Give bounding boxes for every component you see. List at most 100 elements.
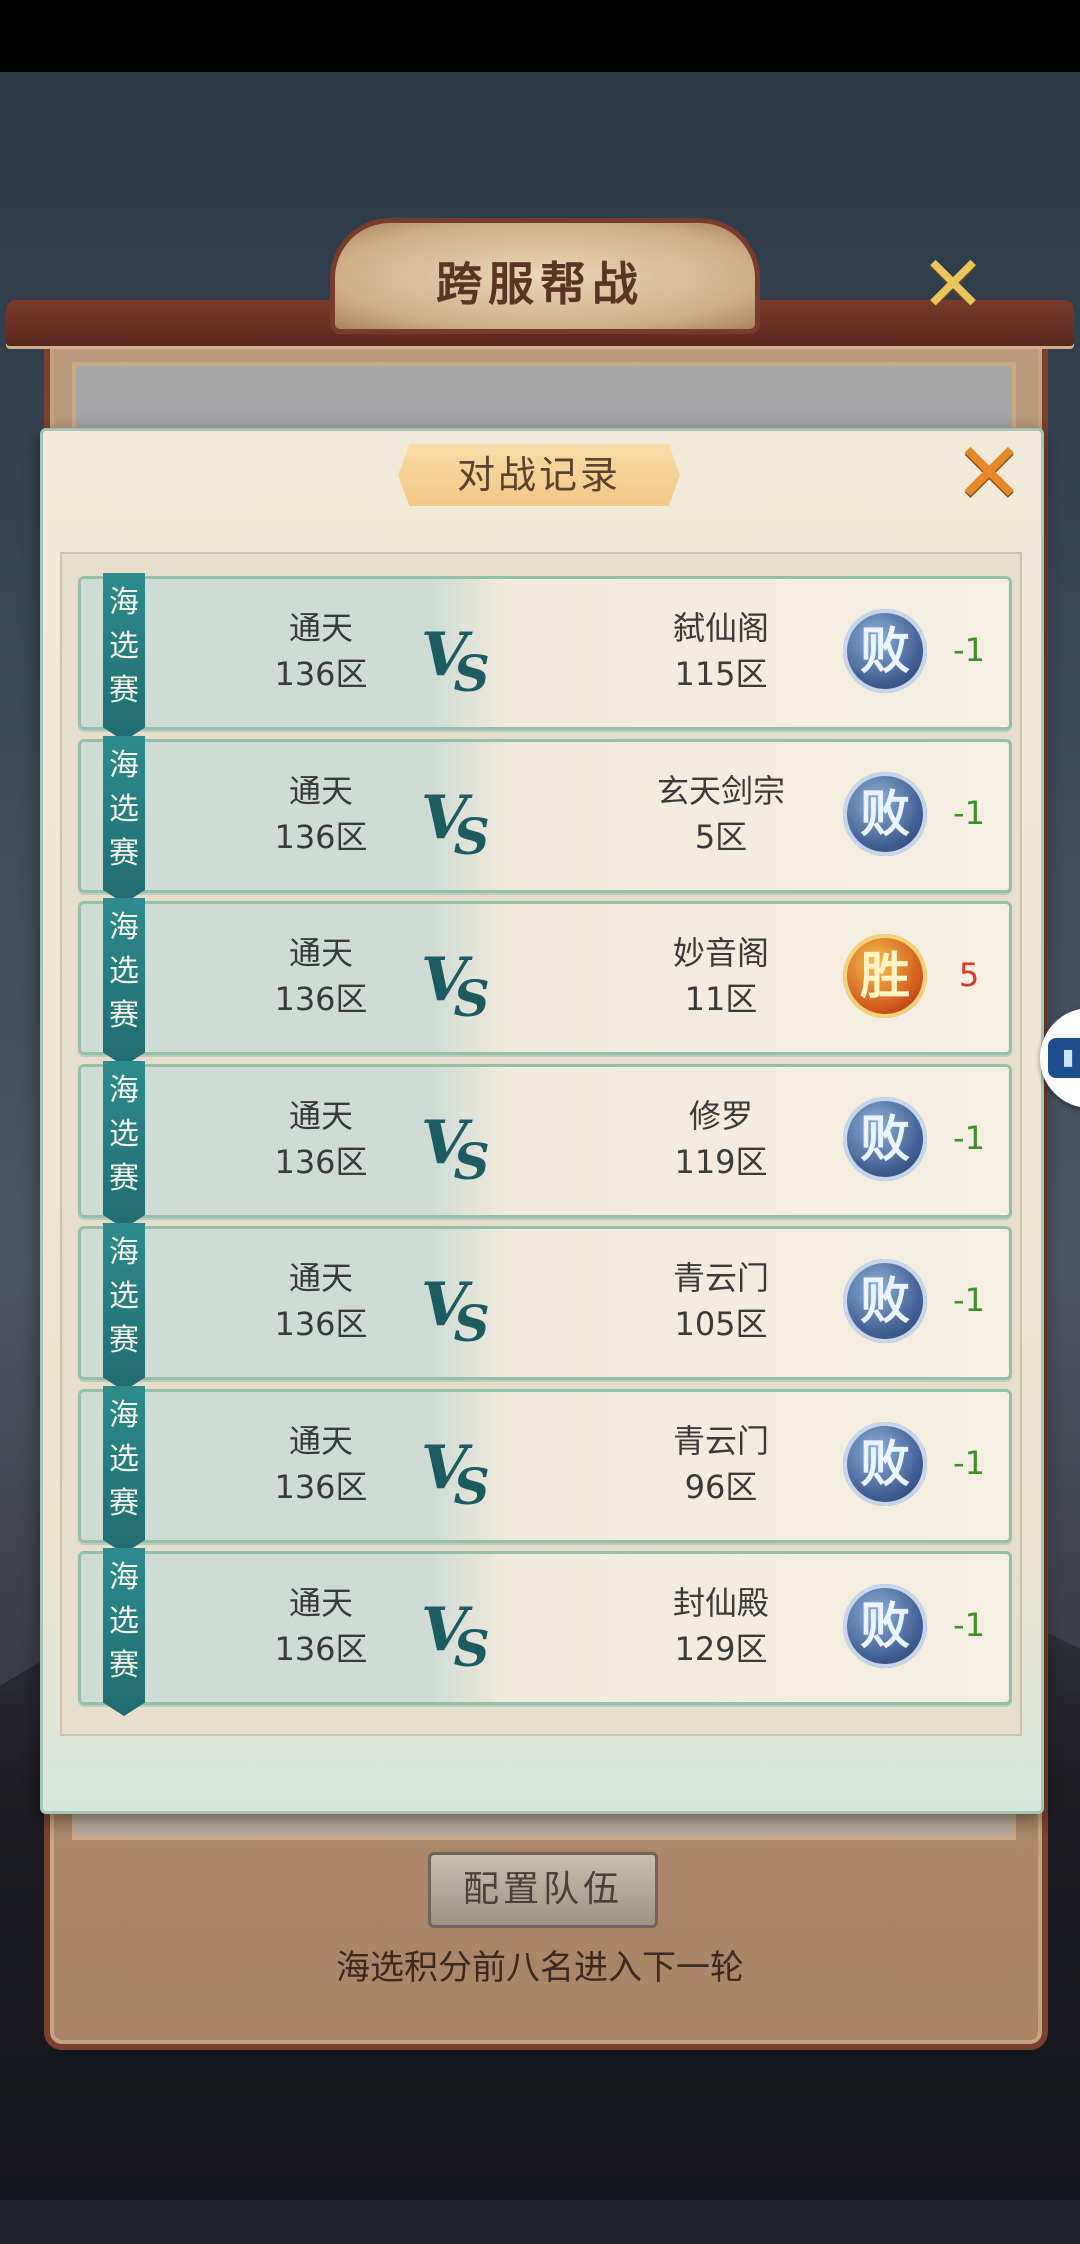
- vs-icon: VS: [421, 1265, 491, 1353]
- team-a: 通天 136区: [231, 768, 411, 860]
- stage-label: 海选赛: [109, 910, 139, 1033]
- lose-badge: 败: [843, 1259, 927, 1343]
- score-change: -1: [953, 1606, 985, 1644]
- vs-icon: VS: [421, 778, 491, 866]
- team-b-name: 玄天剑宗: [656, 771, 785, 810]
- team-a-zone: 136区: [274, 1142, 368, 1181]
- vs-s: S: [453, 1619, 490, 1678]
- team-b: 青云门 105区: [591, 1255, 851, 1347]
- team-a-zone: 136区: [274, 1630, 368, 1668]
- status-bar: [0, 0, 1080, 72]
- team-a-zone: 136区: [274, 817, 368, 856]
- vs-icon: VS: [421, 940, 491, 1028]
- team-a-zone: 136区: [274, 1467, 368, 1506]
- team-b: 弑仙阁 115区: [591, 605, 851, 697]
- team-a-zone: 136区: [274, 1305, 368, 1343]
- team-b-zone: 5区: [694, 817, 748, 856]
- record-list[interactable]: 海选赛 通天 136区 VS 弑仙阁 115区 败 -1 海选赛 通天 136区…: [60, 552, 1022, 1736]
- panel-close-icon[interactable]: ✕: [918, 246, 988, 324]
- dialog-title: 对战记录: [456, 453, 621, 497]
- record-row[interactable]: 海选赛 通天 136区 VS 青云门 105区 败 -1: [78, 1223, 1012, 1391]
- vs-s: S: [453, 806, 490, 866]
- team-a-name: 通天: [288, 771, 353, 810]
- team-b-name: 青云门: [672, 1259, 769, 1297]
- team-b-zone: 115区: [674, 655, 768, 693]
- lose-badge: 败: [843, 771, 927, 856]
- team-b: 青云门 96区: [591, 1418, 851, 1510]
- vs-s: S: [453, 1131, 490, 1191]
- score-change: -1: [953, 793, 985, 832]
- stage-label: 海选赛: [109, 1235, 139, 1358]
- record-row[interactable]: 海选赛 通天 136区 VS 青云门 96区 败 -1: [78, 1385, 1012, 1554]
- vs-s: S: [453, 1456, 490, 1516]
- team-a-name: 通天: [288, 1584, 353, 1622]
- team-b-name: 封仙殿: [672, 1584, 769, 1622]
- score-change: -1: [953, 1443, 985, 1482]
- team-a: 通天 136区: [231, 930, 411, 1022]
- configure-team-button[interactable]: 配置队伍: [428, 1852, 658, 1928]
- team-b-zone: 105区: [674, 1305, 768, 1343]
- panel-title: 跨服帮战: [436, 257, 644, 311]
- team-b-zone: 119区: [674, 1142, 768, 1181]
- record-row[interactable]: 海选赛 通天 136区 VS 弑仙阁 115区 败 -1: [78, 573, 1012, 741]
- team-b-name: 妙音阁: [672, 934, 769, 972]
- vs-icon: VS: [421, 1103, 491, 1191]
- team-a: 通天 136区: [231, 1418, 411, 1510]
- vs-icon: VS: [421, 615, 491, 703]
- record-row[interactable]: 海选赛 通天 136区 VS 修罗 119区 败 -1: [78, 1060, 1012, 1229]
- team-a-zone: 136区: [274, 980, 368, 1018]
- team-a-name: 通天: [288, 1096, 353, 1135]
- record-row[interactable]: 海选赛 通天 136区 VS 封仙殿 129区 败 -1: [78, 1548, 1012, 1716]
- vs-icon: VS: [421, 1428, 491, 1516]
- record-row[interactable]: 海选赛 通天 136区 VS 妙音阁 11区 胜 5: [78, 898, 1012, 1066]
- team-a: 通天 136区: [231, 1093, 411, 1185]
- vs-s: S: [453, 644, 490, 703]
- lose-badge: 败: [843, 1421, 927, 1506]
- dialog-close-icon[interactable]: ✕: [954, 431, 1024, 515]
- vs-s: S: [453, 969, 490, 1028]
- team-b: 妙音阁 11区: [591, 930, 851, 1022]
- team-a: 通天 136区: [231, 1580, 411, 1672]
- team-a-name: 通天: [288, 934, 353, 972]
- team-b-name: 青云门: [672, 1421, 769, 1460]
- vs-v: V: [421, 1107, 467, 1178]
- score-change: 5: [958, 956, 980, 994]
- vs-icon: VS: [421, 1590, 491, 1678]
- lose-badge: 败: [843, 1584, 927, 1668]
- team-b-zone: 129区: [674, 1630, 768, 1668]
- team-a-name: 通天: [288, 1421, 353, 1460]
- vs-v: V: [421, 1270, 467, 1340]
- team-b: 玄天剑宗 5区: [591, 768, 851, 860]
- team-a: 通天 136区: [231, 1255, 411, 1347]
- win-badge: 胜: [843, 934, 927, 1018]
- record-row[interactable]: 海选赛 通天 136区 VS 玄天剑宗 5区 败 -1: [78, 735, 1012, 904]
- team-b-name: 修罗: [688, 1096, 753, 1135]
- score-change: -1: [953, 1281, 985, 1319]
- vs-v: V: [421, 782, 467, 853]
- stage-label: 海选赛: [109, 1072, 139, 1196]
- team-b: 封仙殿 129区: [591, 1580, 851, 1672]
- team-b: 修罗 119区: [591, 1093, 851, 1185]
- stage-label: 海选赛: [109, 747, 139, 871]
- audio-wave-icon: ▮: [1048, 1038, 1080, 1078]
- vs-v: V: [421, 620, 467, 690]
- score-change: -1: [953, 1118, 985, 1157]
- team-b-zone: 11区: [684, 980, 758, 1018]
- vs-v: V: [421, 1432, 467, 1503]
- team-b-zone: 96区: [684, 1467, 758, 1506]
- vs-v: V: [421, 945, 467, 1015]
- lose-badge: 败: [843, 609, 927, 693]
- team-a-zone: 136区: [274, 655, 368, 693]
- qualification-hint: 海选积分前八名进入下一轮: [336, 1948, 744, 1988]
- vs-v: V: [421, 1595, 467, 1665]
- score-change: -1: [953, 631, 985, 669]
- stage-label: 海选赛: [109, 1560, 139, 1683]
- team-b-name: 弑仙阁: [672, 609, 769, 647]
- stage-label: 海选赛: [109, 585, 139, 708]
- vs-s: S: [453, 1294, 490, 1353]
- team-a-name: 通天: [288, 609, 353, 647]
- team-a: 通天 136区: [231, 605, 411, 697]
- stage-label: 海选赛: [109, 1397, 139, 1521]
- team-a-name: 通天: [288, 1259, 353, 1297]
- lose-badge: 败: [843, 1096, 927, 1181]
